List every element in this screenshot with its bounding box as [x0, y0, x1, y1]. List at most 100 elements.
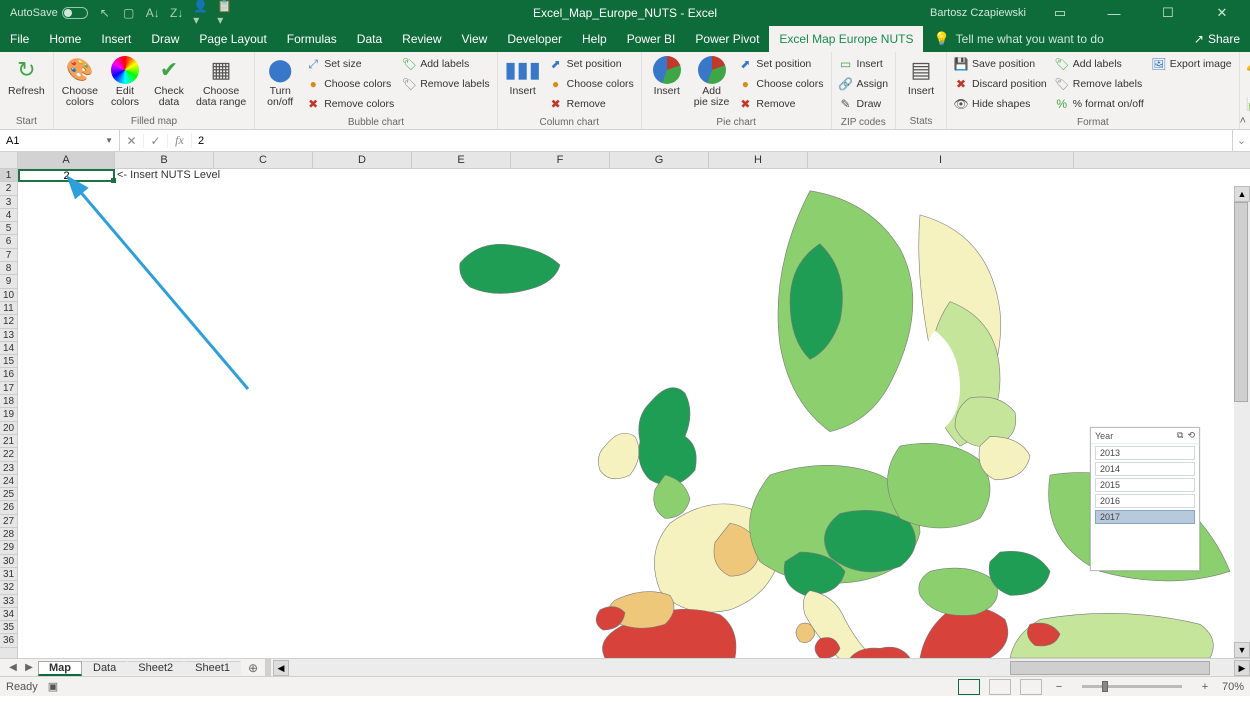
year-slicer[interactable]: Year ⧉ ⟲ 20132014201520162017: [1090, 427, 1200, 571]
column-header-g[interactable]: G: [610, 152, 709, 168]
zip-draw-button[interactable]: ✎Draw: [839, 94, 889, 114]
choose-colors-button[interactable]: 🎨 Choose colors: [58, 54, 102, 110]
row-header-30[interactable]: 30: [0, 555, 17, 568]
slicer-item-2014[interactable]: 2014: [1095, 462, 1195, 476]
row-header-11[interactable]: 11: [0, 302, 17, 315]
fx-icon[interactable]: fx: [168, 133, 192, 148]
sheet-tab-sheet1[interactable]: Sheet1: [184, 661, 241, 675]
row-header-36[interactable]: 36: [0, 634, 17, 647]
row-header-23[interactable]: 23: [0, 462, 17, 475]
row-header-26[interactable]: 26: [0, 501, 17, 514]
tab-data[interactable]: Data: [347, 26, 392, 52]
row-header-4[interactable]: 4: [0, 209, 17, 222]
column-header-i[interactable]: I: [808, 152, 1074, 168]
zoom-level[interactable]: 70%: [1222, 681, 1244, 693]
column-choose-colors-button[interactable]: ●Choose colors: [549, 74, 634, 94]
pie-set-position-button[interactable]: ⬈Set position: [738, 54, 823, 74]
percent-format-button[interactable]: %% format on/off: [1055, 94, 1144, 114]
set-size-button[interactable]: ⤢Set size: [306, 54, 394, 74]
slicer-item-2016[interactable]: 2016: [1095, 494, 1195, 508]
column-set-position-button[interactable]: ⬈Set position: [549, 54, 634, 74]
row-header-5[interactable]: 5: [0, 222, 17, 235]
name-box[interactable]: A1 ▼: [0, 130, 120, 151]
column-header-c[interactable]: C: [214, 152, 313, 168]
column-remove-button[interactable]: ✖Remove: [549, 94, 634, 114]
pie-choose-colors-button[interactable]: ●Choose colors: [738, 74, 823, 94]
tab-review[interactable]: Review: [392, 26, 451, 52]
slicer-item-2015[interactable]: 2015: [1095, 478, 1195, 492]
row-header-20[interactable]: 20: [0, 422, 17, 435]
paste-icon[interactable]: 📋▾: [218, 6, 232, 20]
zoom-out-button[interactable]: −: [1052, 681, 1066, 693]
sort-asc-icon[interactable]: A↓: [146, 6, 160, 20]
minimize-icon[interactable]: —: [1094, 0, 1134, 26]
cell-b1[interactable]: <- Insert NUTS Level: [115, 169, 220, 182]
tab-insert[interactable]: Insert: [91, 26, 141, 52]
bubble-add-labels-button[interactable]: 🏷Add labels: [402, 54, 489, 74]
license-button[interactable]: 🔑License: [1247, 54, 1250, 74]
tab-nav-next-icon[interactable]: ▶: [22, 662, 36, 673]
scroll-left-icon[interactable]: ◀: [273, 660, 289, 676]
user-icon[interactable]: 👤▾: [194, 6, 208, 20]
zip-insert-button[interactable]: ▭Insert: [839, 54, 889, 74]
multi-select-icon[interactable]: ⧉: [1177, 430, 1183, 441]
edit-colors-button[interactable]: Edit colors: [104, 54, 146, 110]
website-button[interactable]: 📊Maps-for-Excel.com: [1247, 94, 1250, 114]
autosave-switch-icon[interactable]: [62, 7, 88, 19]
sheet-tab-sheet2[interactable]: Sheet2: [127, 661, 184, 675]
row-header-17[interactable]: 17: [0, 382, 17, 395]
zoom-handle[interactable]: [1102, 681, 1108, 692]
turn-onoff-button[interactable]: ⬤ Turn on/off: [259, 54, 301, 110]
zoom-slider[interactable]: [1082, 685, 1182, 688]
row-header-1[interactable]: 1: [0, 169, 17, 182]
format-remove-labels-button[interactable]: 🏷Remove labels: [1055, 74, 1144, 94]
column-header-a[interactable]: A: [18, 152, 115, 168]
sheet-tab-data[interactable]: Data: [82, 661, 127, 675]
row-header-14[interactable]: 14: [0, 342, 17, 355]
share-button[interactable]: ↗ Share: [1194, 26, 1250, 52]
row-header-2[interactable]: 2: [0, 182, 17, 195]
row-header-22[interactable]: 22: [0, 448, 17, 461]
row-header-34[interactable]: 34: [0, 608, 17, 621]
view-page-layout-button[interactable]: [989, 679, 1011, 695]
tab-split-handle[interactable]: [265, 659, 271, 676]
row-header-35[interactable]: 35: [0, 621, 17, 634]
username-label[interactable]: Bartosz Czapiewski: [930, 7, 1026, 19]
tab-developer[interactable]: Developer: [497, 26, 572, 52]
check-data-button[interactable]: ✔ Check data: [148, 54, 190, 110]
autosave-toggle[interactable]: AutoSave: [10, 7, 88, 19]
row-header-13[interactable]: 13: [0, 329, 17, 342]
add-sheet-button[interactable]: ⊕: [243, 661, 263, 675]
column-header-e[interactable]: E: [412, 152, 511, 168]
bubble-remove-labels-button[interactable]: 🏷Remove labels: [402, 74, 489, 94]
view-page-break-button[interactable]: [1020, 679, 1042, 695]
format-add-labels-button[interactable]: 🏷Add labels: [1055, 54, 1144, 74]
tell-me[interactable]: 💡 Tell me what you want to do: [933, 26, 1103, 52]
row-header-19[interactable]: 19: [0, 408, 17, 421]
maximize-icon[interactable]: ☐: [1148, 0, 1188, 26]
tab-formulas[interactable]: Formulas: [277, 26, 347, 52]
tab-home[interactable]: Home: [39, 26, 91, 52]
ribbon-options-icon[interactable]: ▭: [1040, 0, 1080, 26]
column-header-f[interactable]: F: [511, 152, 610, 168]
tab-file[interactable]: File: [0, 26, 39, 52]
about-map-button[interactable]: ℹAbout Excel Map: [1247, 74, 1250, 94]
discard-position-button[interactable]: ✖Discard position: [954, 74, 1047, 94]
close-icon[interactable]: ✕: [1202, 0, 1242, 26]
horizontal-scroll-thumb[interactable]: [1010, 661, 1210, 675]
tab-excel-map[interactable]: Excel Map Europe NUTS: [769, 26, 923, 52]
cell-a1[interactable]: 2: [18, 169, 115, 182]
row-header-6[interactable]: 6: [0, 235, 17, 248]
cells-canvas[interactable]: 2 <- Insert NUTS Level: [18, 169, 1250, 658]
select-all-corner[interactable]: [0, 152, 18, 168]
row-header-7[interactable]: 7: [0, 249, 17, 262]
dropdown-icon[interactable]: ▼: [105, 136, 113, 145]
slicer-item-2013[interactable]: 2013: [1095, 446, 1195, 460]
export-image-button[interactable]: 🖼Export image: [1152, 54, 1232, 74]
macro-record-icon[interactable]: ▣: [48, 680, 58, 693]
tab-view[interactable]: View: [452, 26, 498, 52]
row-header-10[interactable]: 10: [0, 289, 17, 302]
tab-power-bi[interactable]: Power BI: [617, 26, 686, 52]
scroll-right-icon[interactable]: ▶: [1234, 660, 1250, 676]
row-header-28[interactable]: 28: [0, 528, 17, 541]
